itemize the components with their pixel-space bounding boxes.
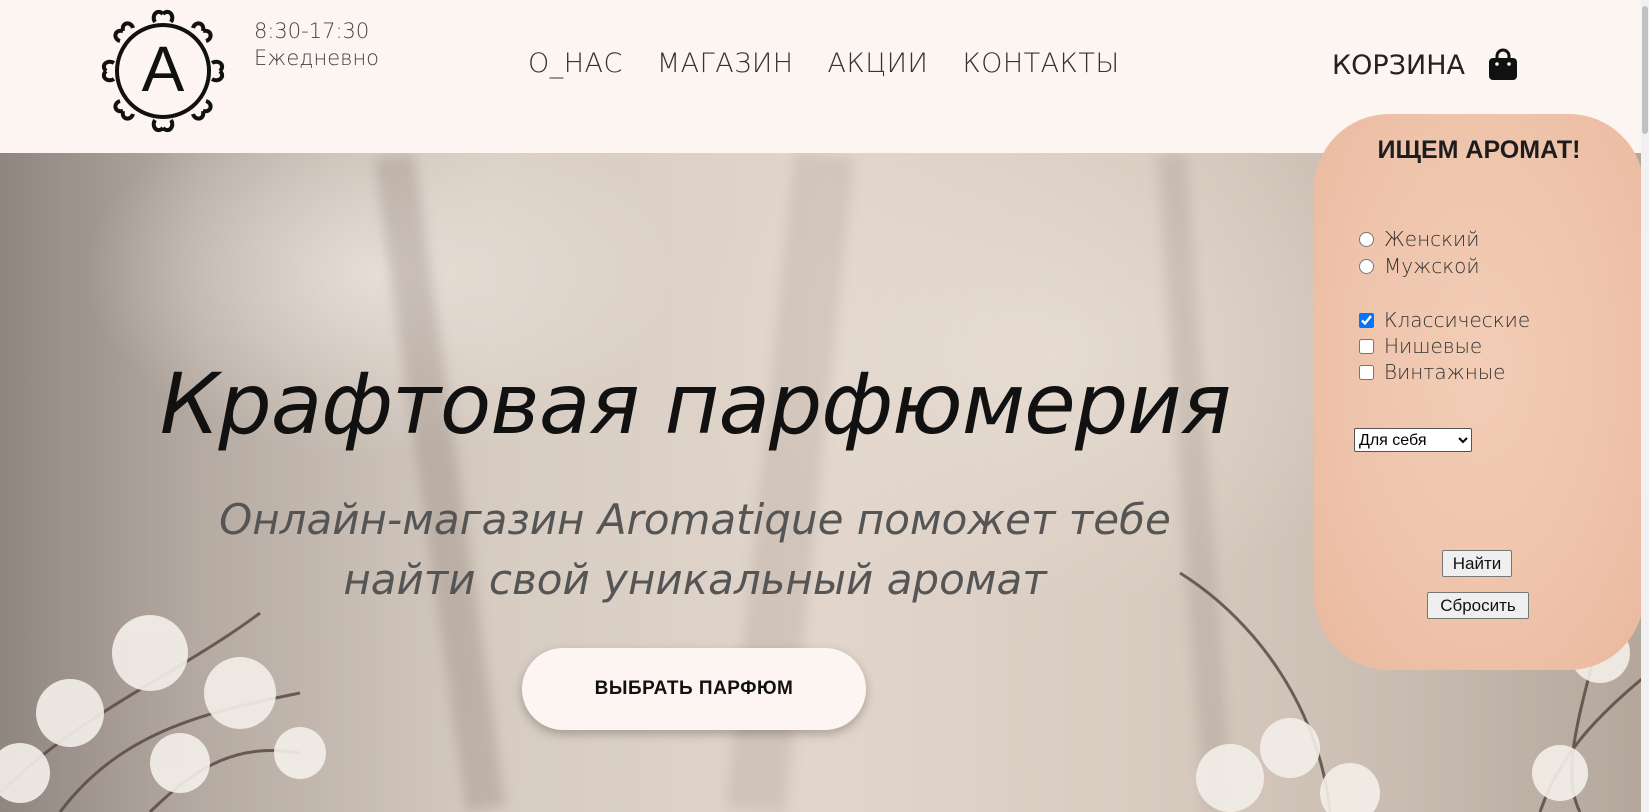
gender-label-male: Мужской [1384, 254, 1480, 278]
scrollbar-thumb[interactable] [1642, 6, 1648, 134]
type-checkbox-vintage[interactable] [1359, 364, 1374, 380]
nav-shop[interactable]: МАГАЗИН [657, 48, 794, 79]
nav-about[interactable]: О_НАС [528, 48, 623, 79]
opening-hours: 8:30-17:30 Ежедневно [254, 18, 379, 72]
gender-radio-male[interactable] [1359, 258, 1374, 274]
main-nav: О_НАС МАГАЗИН АКЦИИ КОНТАКТЫ [528, 48, 1154, 79]
logo-emblem[interactable]: A [98, 6, 228, 136]
hero-subtitle-line-1: Онлайн-магазин Aromatique поможет тебе [219, 495, 1171, 544]
choose-perfume-button[interactable]: ВЫБРАТЬ ПАРФЮМ [522, 648, 866, 730]
type-label-vintage: Винтажные [1384, 360, 1506, 384]
type-label-niche: Нишевые [1384, 334, 1483, 358]
find-button[interactable]: Найти [1442, 550, 1512, 577]
page-scrollbar[interactable] [1641, 0, 1649, 812]
type-checkbox-niche[interactable] [1359, 338, 1374, 354]
gender-radio-female[interactable] [1359, 231, 1374, 247]
type-option-niche[interactable]: Нишевые [1359, 334, 1482, 358]
reset-button[interactable]: Сбросить [1427, 592, 1529, 619]
hours-time: 8:30-17:30 [254, 19, 370, 43]
gender-label-female: Женский [1384, 227, 1480, 251]
nav-contacts[interactable]: КОНТАКТЫ [962, 48, 1119, 79]
type-label-classic: Классические [1384, 308, 1531, 332]
recipient-select[interactable]: Для себя [1354, 428, 1472, 452]
fragrance-search-panel: ИЩЕМ АРОМАТ! Женский Мужской Классически… [1314, 114, 1644, 670]
shopping-bag-icon [1488, 48, 1517, 80]
hours-days: Ежедневно [254, 46, 380, 70]
gender-option-male[interactable]: Мужской [1359, 254, 1480, 278]
type-option-classic[interactable]: Классические [1359, 308, 1530, 332]
logo-letter: A [142, 33, 185, 105]
type-option-vintage[interactable]: Винтажные [1359, 360, 1505, 384]
hero-title: Крафтовая парфюмерия [159, 355, 1232, 453]
hero-subtitle: Онлайн-магазин Aromatique поможет тебе н… [0, 490, 1390, 610]
cart-link[interactable]: КОРЗИНА [1332, 48, 1519, 82]
panel-title: ИЩЕМ АРОМАТ! [1377, 136, 1581, 164]
nav-promotions[interactable]: АКЦИИ [828, 48, 929, 79]
gender-option-female[interactable]: Женский [1359, 227, 1479, 251]
type-checkbox-classic[interactable] [1359, 312, 1374, 328]
cart-label: КОРЗИНА [1332, 49, 1465, 81]
hero-subtitle-line-2: найти свой уникальный аромат [343, 555, 1047, 604]
